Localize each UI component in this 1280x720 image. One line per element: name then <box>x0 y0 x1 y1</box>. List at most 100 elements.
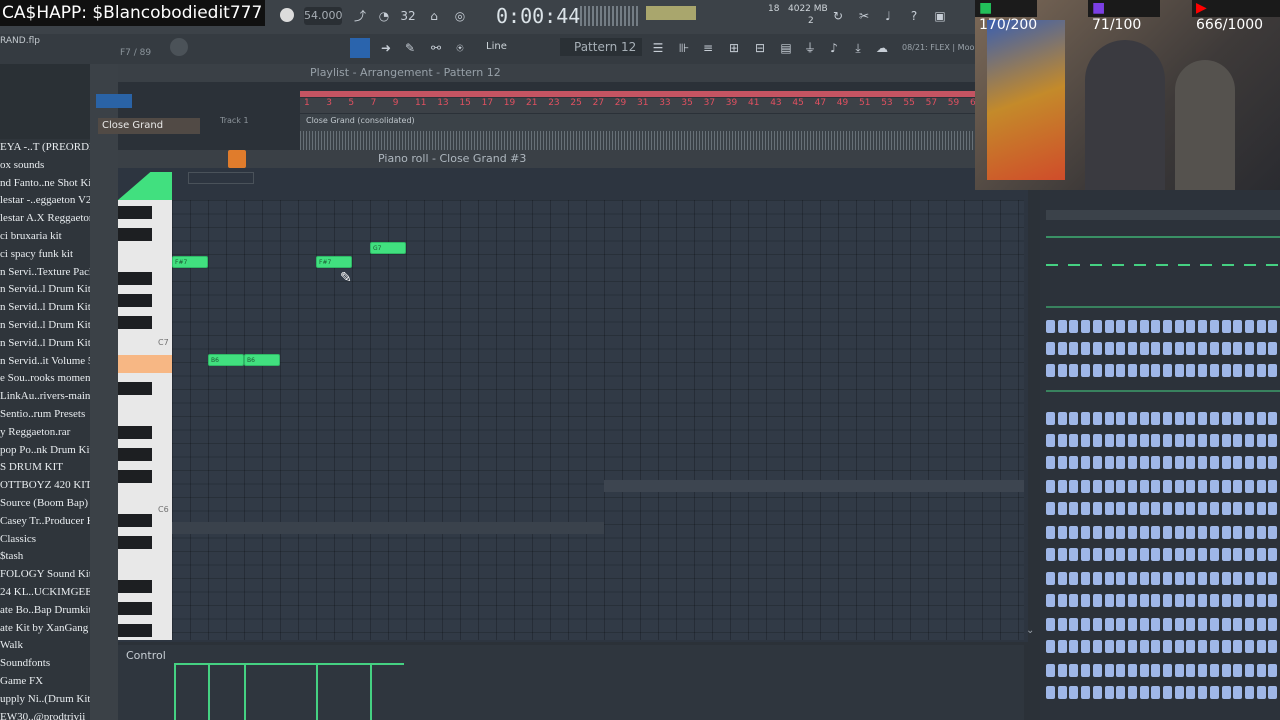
browser-item[interactable]: nd Fanto..ne Shot Kit <box>0 175 90 193</box>
step-pad[interactable] <box>1163 572 1172 585</box>
highlighted-key[interactable] <box>118 355 172 373</box>
step-pad[interactable] <box>1151 320 1161 333</box>
step-pad[interactable] <box>1244 594 1254 607</box>
stamp-icon[interactable]: ⍟ <box>450 38 470 58</box>
step-pad[interactable] <box>1139 434 1149 447</box>
step-pad[interactable] <box>1104 618 1114 631</box>
step-pad[interactable] <box>1092 502 1102 515</box>
step-pad[interactable] <box>1104 526 1114 539</box>
step-pad[interactable] <box>1057 456 1067 469</box>
step-pad[interactable] <box>1139 502 1149 515</box>
step-pad[interactable] <box>1244 320 1254 333</box>
step-pad[interactable] <box>1186 434 1196 447</box>
step-pad[interactable] <box>1116 342 1126 355</box>
step-pad[interactable] <box>1198 640 1208 653</box>
step-pad[interactable] <box>1221 412 1231 425</box>
step-pad[interactable] <box>1233 434 1243 447</box>
black-key[interactable] <box>118 382 152 395</box>
step-pad[interactable] <box>1069 502 1079 515</box>
step-pad[interactable] <box>1163 320 1172 333</box>
step-pad[interactable] <box>1081 412 1091 425</box>
note-grid[interactable] <box>172 200 1024 640</box>
step-pad[interactable] <box>1233 618 1243 631</box>
step-pad[interactable] <box>1127 412 1137 425</box>
browser-item[interactable]: Source (Boom Bap) <box>0 495 90 513</box>
step-pad[interactable] <box>1209 640 1219 653</box>
step-pad[interactable] <box>1081 640 1091 653</box>
step-pad[interactable] <box>1198 594 1208 607</box>
wait-icon[interactable]: ◔ <box>374 6 394 26</box>
step-pad[interactable] <box>1081 434 1091 447</box>
step-pad[interactable] <box>1256 594 1266 607</box>
arrow-right-icon[interactable]: ➜ <box>376 38 396 58</box>
step-pad[interactable] <box>1233 412 1243 425</box>
browser-item[interactable]: ox sounds <box>0 157 90 175</box>
scroll-down-icon[interactable]: ⌄ <box>1026 625 1034 636</box>
step-pad[interactable] <box>1139 456 1149 469</box>
step-pad[interactable] <box>1092 548 1102 561</box>
black-key[interactable] <box>118 448 152 461</box>
step-pad[interactable] <box>1163 480 1172 493</box>
step-pad[interactable] <box>1057 480 1067 493</box>
browser-item[interactable]: n Servi..Texture Pack <box>0 264 90 282</box>
step-pad[interactable] <box>1081 320 1091 333</box>
undo-icon[interactable]: ↻ <box>828 6 848 26</box>
step-pad[interactable] <box>1057 594 1067 607</box>
browser-item[interactable]: n Servid..l Drum Kit 5 <box>0 317 90 335</box>
browser-item[interactable]: e Sou..rooks moment <box>0 370 90 388</box>
step-pad[interactable] <box>1174 434 1184 447</box>
step-pad[interactable] <box>1127 364 1137 377</box>
browser-item[interactable]: n Servid..l Drum Kit 1 <box>0 281 90 299</box>
step-pad[interactable] <box>1057 664 1067 677</box>
step-pad[interactable] <box>1221 434 1231 447</box>
step-pad[interactable] <box>1046 572 1055 585</box>
step-pad[interactable] <box>1244 548 1254 561</box>
step-pad[interactable] <box>1198 320 1208 333</box>
step-pad[interactable] <box>1268 686 1278 699</box>
step-pad[interactable] <box>1198 664 1208 677</box>
step-pad[interactable] <box>1116 572 1126 585</box>
step-pad[interactable] <box>1163 594 1172 607</box>
step-pad[interactable] <box>1046 364 1055 377</box>
step-pad[interactable] <box>1268 480 1278 493</box>
step-pad[interactable] <box>1069 640 1079 653</box>
pattern-select[interactable]: Pattern 12 <box>560 38 642 56</box>
step-pad[interactable] <box>1069 434 1079 447</box>
step-pad[interactable] <box>1256 320 1266 333</box>
step-pad[interactable] <box>1104 364 1114 377</box>
step-pad[interactable] <box>1174 618 1184 631</box>
step-pad[interactable] <box>1151 618 1161 631</box>
step-pad[interactable] <box>1104 572 1114 585</box>
timeline-ruler[interactable]: 1 3 5 7 9 11 13 15 17 19 21 23 25 27 29 31 33 35 37 39 41 43 4… <box>300 98 981 113</box>
browser-item[interactable]: lestar A.X Reggaeton <box>0 210 90 228</box>
control-lane[interactable]: Control <box>118 645 1024 720</box>
step-pad[interactable] <box>1057 320 1067 333</box>
step-pad[interactable] <box>1057 412 1067 425</box>
step-pad[interactable] <box>1186 686 1196 699</box>
step-pad[interactable] <box>1268 412 1278 425</box>
browser-item[interactable]: upply Ni..(Drum Kit) <box>0 691 90 709</box>
step-pad[interactable] <box>1151 686 1161 699</box>
step-pad[interactable] <box>1256 640 1266 653</box>
mic-icon[interactable]: ♩ <box>878 6 898 26</box>
step-pad[interactable] <box>1198 434 1208 447</box>
step-pad[interactable] <box>1104 434 1114 447</box>
step-pad[interactable] <box>1046 618 1055 631</box>
step-pad[interactable] <box>1092 664 1102 677</box>
step-pad[interactable] <box>1186 480 1196 493</box>
step-pad[interactable] <box>1221 320 1231 333</box>
black-key[interactable] <box>118 624 152 637</box>
step-pad[interactable] <box>1256 412 1266 425</box>
black-key[interactable] <box>118 514 152 527</box>
step-pad[interactable] <box>1069 618 1079 631</box>
step-pad[interactable] <box>1104 594 1114 607</box>
step-pad[interactable] <box>1139 548 1149 561</box>
step-pad[interactable] <box>1116 364 1126 377</box>
step-pad[interactable] <box>1198 572 1208 585</box>
record-button[interactable] <box>280 8 294 22</box>
step-pad[interactable] <box>1256 502 1266 515</box>
brush-icon[interactable]: ✎ <box>400 38 420 58</box>
step-pad[interactable] <box>1116 320 1126 333</box>
master-volume-knob[interactable] <box>170 38 188 56</box>
step-pad[interactable] <box>1198 618 1208 631</box>
